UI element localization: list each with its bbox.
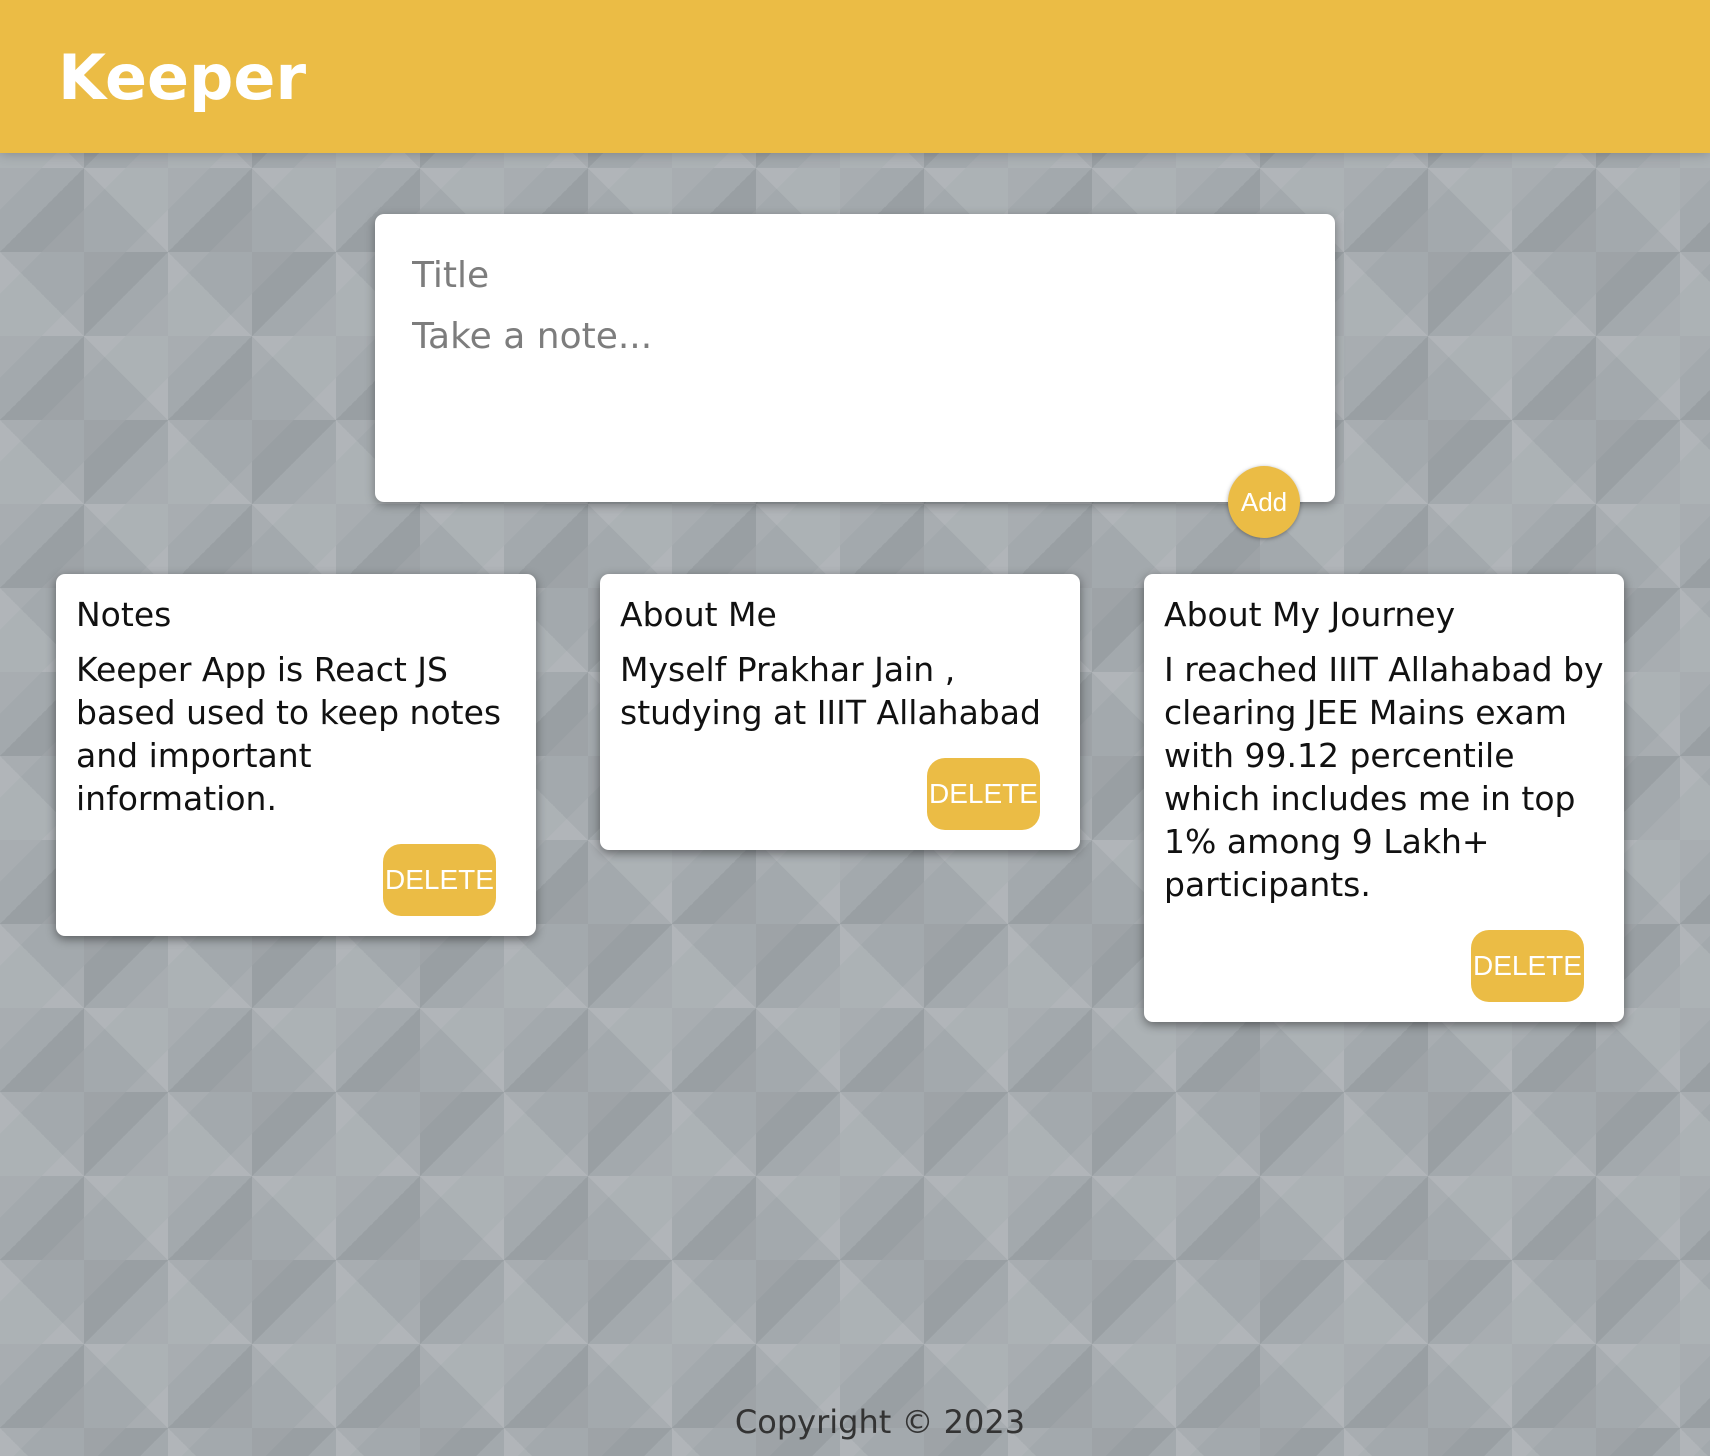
app-header: Keeper xyxy=(0,0,1710,153)
note-actions: DELETE xyxy=(76,844,516,916)
delete-note-button[interactable]: DELETE xyxy=(1471,930,1584,1002)
note-card: About My Journey I reached IIIT Allahaba… xyxy=(1144,574,1624,1022)
note-title: About Me xyxy=(620,595,777,634)
note-actions: DELETE xyxy=(620,758,1060,830)
note-title: Notes xyxy=(76,595,172,634)
add-note-button[interactable]: Add xyxy=(1228,466,1300,538)
delete-note-button[interactable]: DELETE xyxy=(383,844,496,916)
note-content-input[interactable] xyxy=(412,314,1292,464)
note-content: Keeper App is React JS based used to kee… xyxy=(76,650,502,818)
note-content: I reached IIIT Allahabad by clearing JEE… xyxy=(1164,650,1604,904)
note-card: About Me Myself Prakhar Jain , studying … xyxy=(600,574,1080,850)
note-title: About My Journey xyxy=(1164,595,1456,634)
note-actions: DELETE xyxy=(1164,930,1604,1002)
note-card: Notes Keeper App is React JS based used … xyxy=(56,574,536,936)
app-logo-title: Keeper xyxy=(58,41,307,114)
create-note-form xyxy=(375,214,1335,502)
note-title-input[interactable] xyxy=(412,252,1292,298)
copyright-text: Copyright © 2023 xyxy=(734,1403,1026,1441)
note-content: Myself Prakhar Jain , studying at IIIT A… xyxy=(620,650,1041,732)
delete-note-button[interactable]: DELETE xyxy=(927,758,1040,830)
